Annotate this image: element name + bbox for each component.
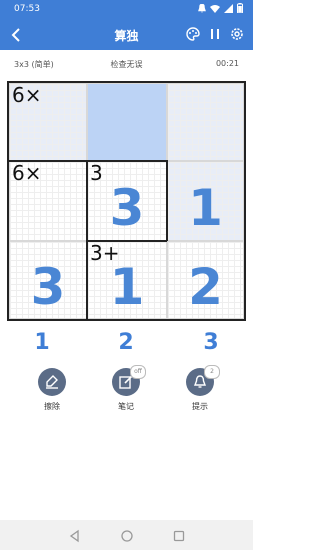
cage-border [87,160,167,162]
hint-count-badge: 2 [204,365,220,379]
game-timer: 00:21 [215,59,239,68]
board-cell-r2c2[interactable]: 3 3 [87,161,167,241]
hint-label: 提示 [192,402,208,411]
erase-label: 擦除 [44,402,60,411]
status-icons [198,3,243,16]
cage-border [166,160,168,241]
signal-icon [224,3,233,16]
nav-recents-icon[interactable] [172,528,186,542]
cage-border [9,160,87,162]
number-button-2[interactable]: 2 [106,330,146,355]
cage-border [87,240,167,242]
game-info-bar: 3x3 (简单) 检查无误 00:21 [0,56,253,72]
notes-status-badge: off [130,365,146,379]
erase-circle [38,368,66,396]
notes-circle: off [112,365,146,396]
cell-value: 1 [188,179,223,237]
settings-gear-icon[interactable] [229,26,245,42]
header-actions [185,26,245,42]
board-cell-r1c1[interactable]: 6× [9,83,87,161]
status-bar: 07:53 [0,0,253,20]
battery-icon [237,3,243,16]
nav-back-icon[interactable] [68,528,82,543]
tool-bar: 擦除 off 笔记 2 提示 [0,365,253,418]
number-button-1[interactable]: 1 [22,330,62,355]
app-bar: 算独 [0,20,253,50]
pause-icon[interactable] [207,26,223,42]
board-cell-r3c3[interactable]: 2 [167,241,244,319]
board-cell-r2c3[interactable]: 1 [167,161,244,241]
number-button-3[interactable]: 3 [191,330,231,355]
status-time: 07:53 [14,4,40,14]
number-pad: 1 2 3 [0,330,253,358]
board-cell-r1c3[interactable] [167,83,244,161]
eraser-icon [46,375,58,389]
nav-home-icon[interactable] [120,528,134,542]
cell-value: 3 [109,179,145,237]
board-cell-r3c2[interactable]: 3+ 1 [87,241,167,319]
system-nav-bar [0,520,253,550]
palette-icon[interactable] [185,26,201,42]
cell-value [88,84,166,160]
puzzle-board: 6× 6× 3 3 1 3 3+ 1 2 [7,81,246,321]
cell-value [10,162,86,240]
notification-icon [198,3,206,16]
wifi-icon [210,4,220,16]
cell-value [168,84,243,160]
hint-circle: 2 [186,365,220,396]
board-cell-r2c1[interactable]: 6× [9,161,87,241]
notes-button[interactable]: off 笔记 [104,365,148,412]
hint-button[interactable]: 2 提示 [178,365,222,412]
board-cell-r1c2[interactable] [87,83,167,161]
erase-button[interactable]: 擦除 [30,368,74,412]
cell-value [10,84,86,160]
cell-value: 2 [188,258,223,316]
board-cell-r3c1[interactable]: 3 [9,241,87,319]
cell-value: 3 [30,258,66,316]
cell-value: 1 [109,258,145,316]
notes-label: 笔记 [118,402,134,411]
